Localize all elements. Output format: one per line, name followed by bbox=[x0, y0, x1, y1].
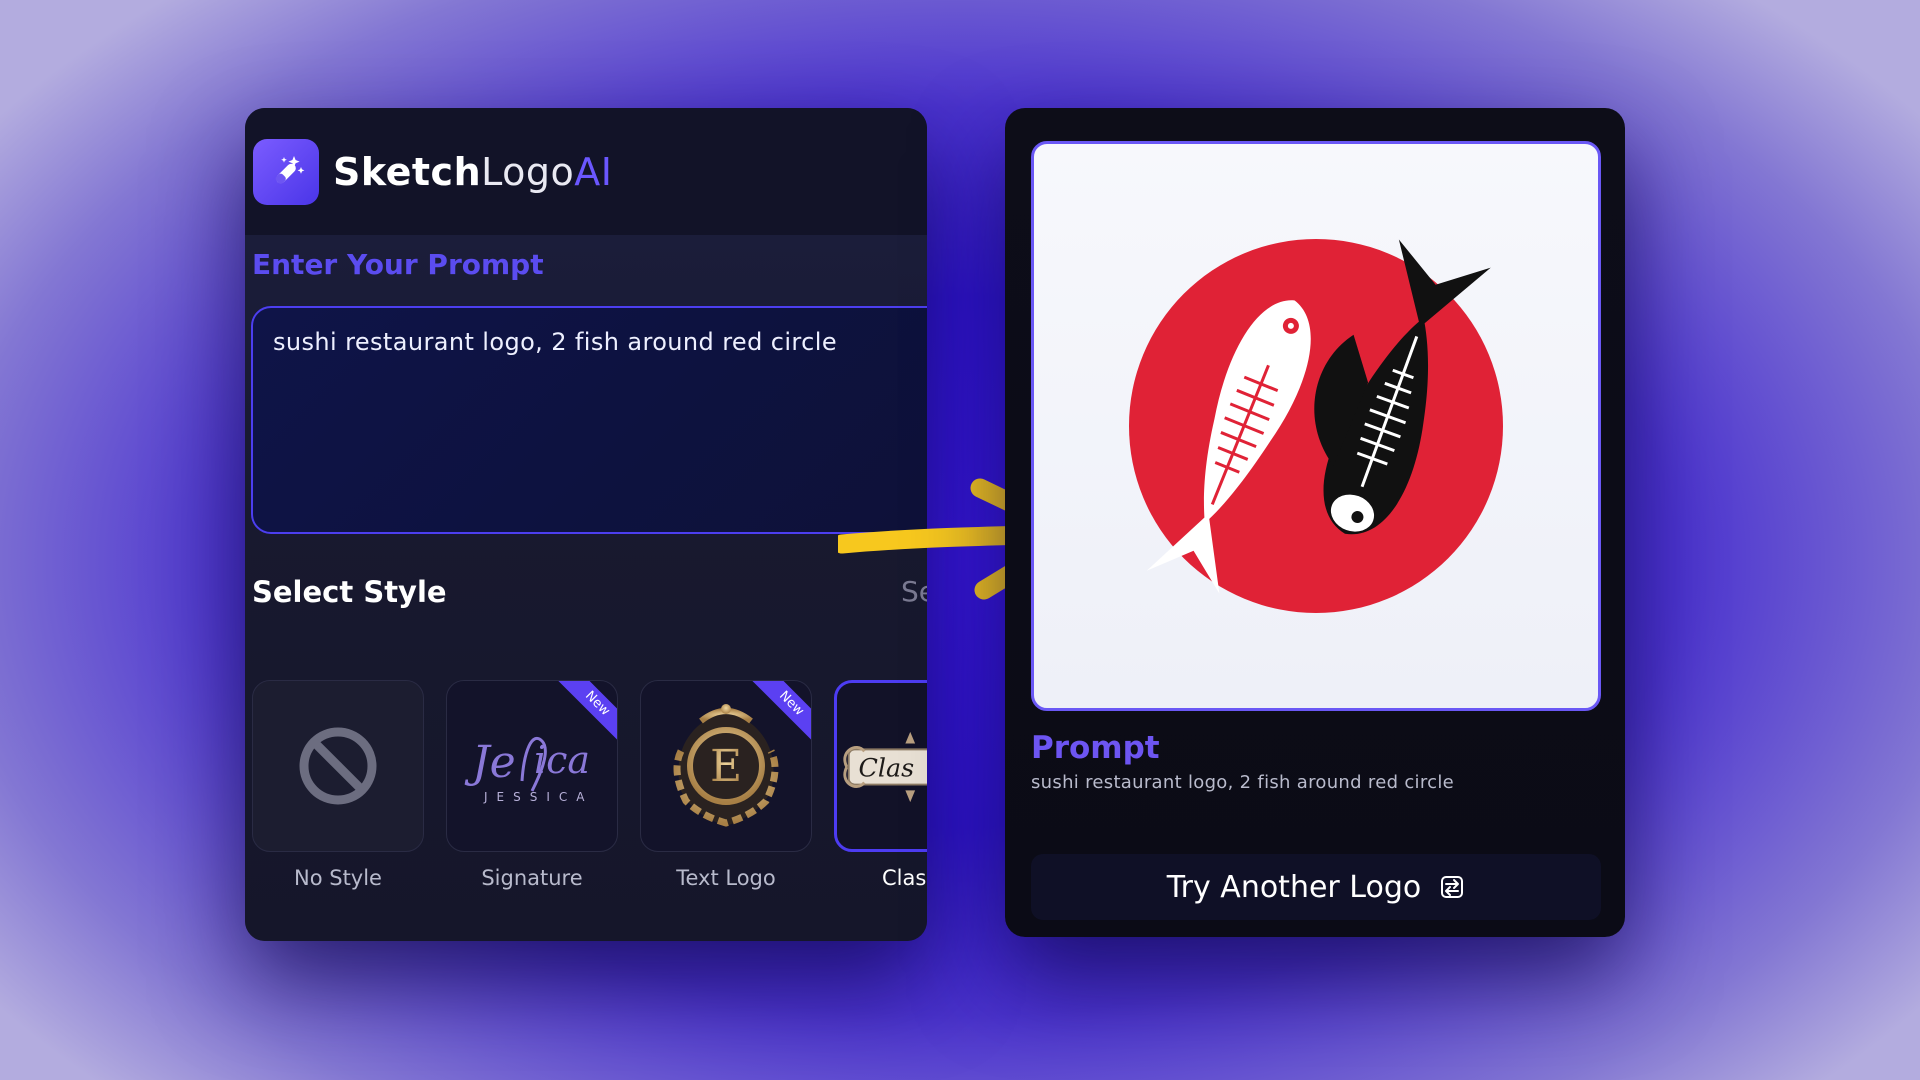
sushi-fish-logo-image bbox=[1129, 239, 1503, 613]
prompt-label: Enter Your Prompt bbox=[252, 248, 544, 281]
generated-logo-image[interactable] bbox=[1031, 141, 1601, 711]
classic-sample-image: Clas bbox=[843, 731, 927, 803]
result-panel: Prompt sushi restaurant logo, 2 fish aro… bbox=[1005, 108, 1625, 937]
form-area: Enter Your Prompt sushi restaurant logo,… bbox=[245, 235, 927, 941]
style-label: Signature bbox=[481, 866, 583, 890]
magic-wand-icon bbox=[253, 138, 319, 205]
style-option-no-style[interactable]: No Style bbox=[252, 680, 424, 890]
svg-text:Clas: Clas bbox=[858, 753, 914, 783]
style-option-signature[interactable]: Je ica JESSICA New Signature bbox=[446, 680, 618, 890]
app-header: SketchLogoAI bbox=[245, 108, 927, 235]
result-prompt-title: Prompt bbox=[1031, 730, 1160, 766]
result-prompt-text: sushi restaurant logo, 2 fish around red… bbox=[1031, 772, 1454, 793]
style-label: No Style bbox=[294, 866, 382, 890]
signature-sample-image: Je ica JESSICA bbox=[464, 737, 593, 804]
generator-panel: SketchLogoAI Enter Your Prompt sushi res… bbox=[245, 108, 927, 941]
text-logo-sample-image: E bbox=[673, 704, 779, 827]
style-label: Text Logo bbox=[676, 866, 776, 890]
style-tile[interactable] bbox=[252, 680, 424, 852]
style-tile[interactable]: Je ica JESSICA New bbox=[446, 680, 618, 852]
prompt-input-text: sushi restaurant logo, 2 fish around red… bbox=[273, 328, 837, 356]
select-style-heading: Select Style bbox=[252, 575, 447, 609]
svg-text:ica: ica bbox=[534, 738, 590, 782]
swap-icon bbox=[1441, 876, 1464, 898]
style-option-classic[interactable]: Clas Clas bbox=[834, 680, 927, 890]
svg-text:JESSICA: JESSICA bbox=[483, 790, 593, 804]
svg-text:E: E bbox=[710, 741, 742, 792]
style-tile[interactable]: E New bbox=[640, 680, 812, 852]
style-label: Clas bbox=[882, 866, 927, 890]
try-another-logo-label: Try Another Logo bbox=[1166, 869, 1422, 905]
try-another-logo-button[interactable]: Try Another Logo bbox=[1031, 854, 1601, 920]
style-tile-selected[interactable]: Clas bbox=[834, 680, 927, 852]
no-style-icon bbox=[299, 727, 377, 805]
brand-name: SketchLogoAI bbox=[333, 149, 613, 194]
svg-text:Je: Je bbox=[464, 737, 516, 788]
style-option-text-logo[interactable]: E New Text Logo bbox=[640, 680, 812, 890]
prompt-input[interactable]: sushi restaurant logo, 2 fish around red… bbox=[251, 306, 927, 534]
